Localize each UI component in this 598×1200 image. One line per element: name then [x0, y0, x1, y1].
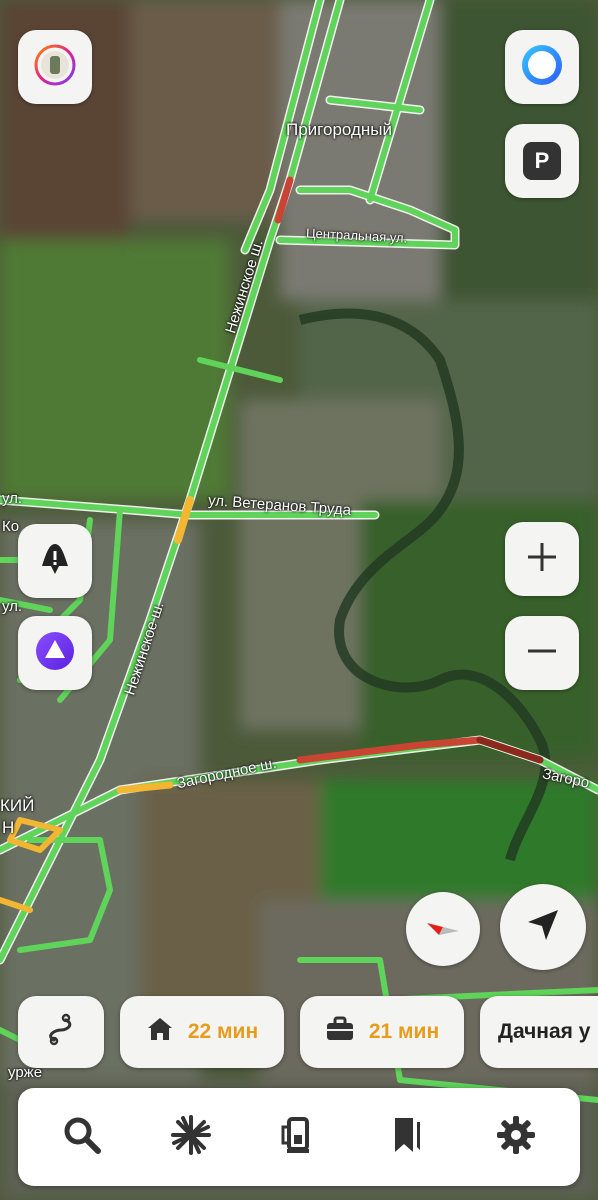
compass-button[interactable] — [406, 892, 480, 966]
sparkle-icon — [169, 1113, 213, 1162]
profile-icon — [520, 43, 564, 92]
stories-icon — [33, 43, 77, 92]
alert-icon — [38, 542, 72, 581]
fuel-icon — [277, 1113, 321, 1162]
route-icon — [44, 1012, 78, 1052]
search-icon — [61, 1114, 103, 1161]
home-route-chip[interactable]: 22 мин — [120, 996, 284, 1068]
home-icon — [146, 1015, 174, 1049]
settings-icon — [494, 1113, 538, 1162]
briefcase-icon — [325, 1015, 355, 1049]
compass-icon — [421, 905, 465, 954]
street-label: Ко — [2, 518, 20, 535]
zoom-in-icon — [526, 541, 558, 578]
place-label: КИЙ — [0, 796, 35, 815]
tab-settings[interactable] — [481, 1102, 551, 1172]
zoom-in-button[interactable] — [505, 522, 579, 596]
home-eta: 22 мин — [187, 1020, 259, 1043]
tab-fuel[interactable] — [264, 1102, 334, 1172]
tab-bookmarks[interactable] — [372, 1102, 442, 1172]
street-label: ул. — [2, 490, 23, 507]
zoom-out-icon — [526, 635, 558, 672]
alice-button[interactable] — [18, 616, 92, 690]
profile-button[interactable] — [505, 30, 579, 104]
place-chip-label: Дачная у — [498, 1020, 591, 1043]
work-route-chip[interactable]: 21 мин — [300, 996, 464, 1068]
parking-icon: P — [523, 142, 561, 180]
bottom-tab-bar — [18, 1088, 580, 1186]
locate-icon — [524, 906, 562, 949]
route-button[interactable] — [18, 996, 104, 1068]
bookmarks-icon — [387, 1114, 427, 1161]
place-label: Н — [2, 818, 15, 837]
parking-button[interactable]: P — [505, 124, 579, 198]
locate-me-button[interactable] — [500, 884, 586, 970]
tab-search[interactable] — [47, 1102, 117, 1172]
zoom-out-button[interactable] — [505, 616, 579, 690]
place-chip[interactable]: Дачная у — [480, 996, 598, 1068]
road-alert-button[interactable] — [18, 524, 92, 598]
place-label: Пригородный — [286, 120, 393, 139]
alice-icon — [34, 630, 76, 677]
tab-discovery[interactable] — [156, 1102, 226, 1172]
street-label: ул. — [2, 598, 23, 615]
work-eta: 21 мин — [368, 1020, 440, 1043]
stories-button[interactable] — [18, 30, 92, 104]
